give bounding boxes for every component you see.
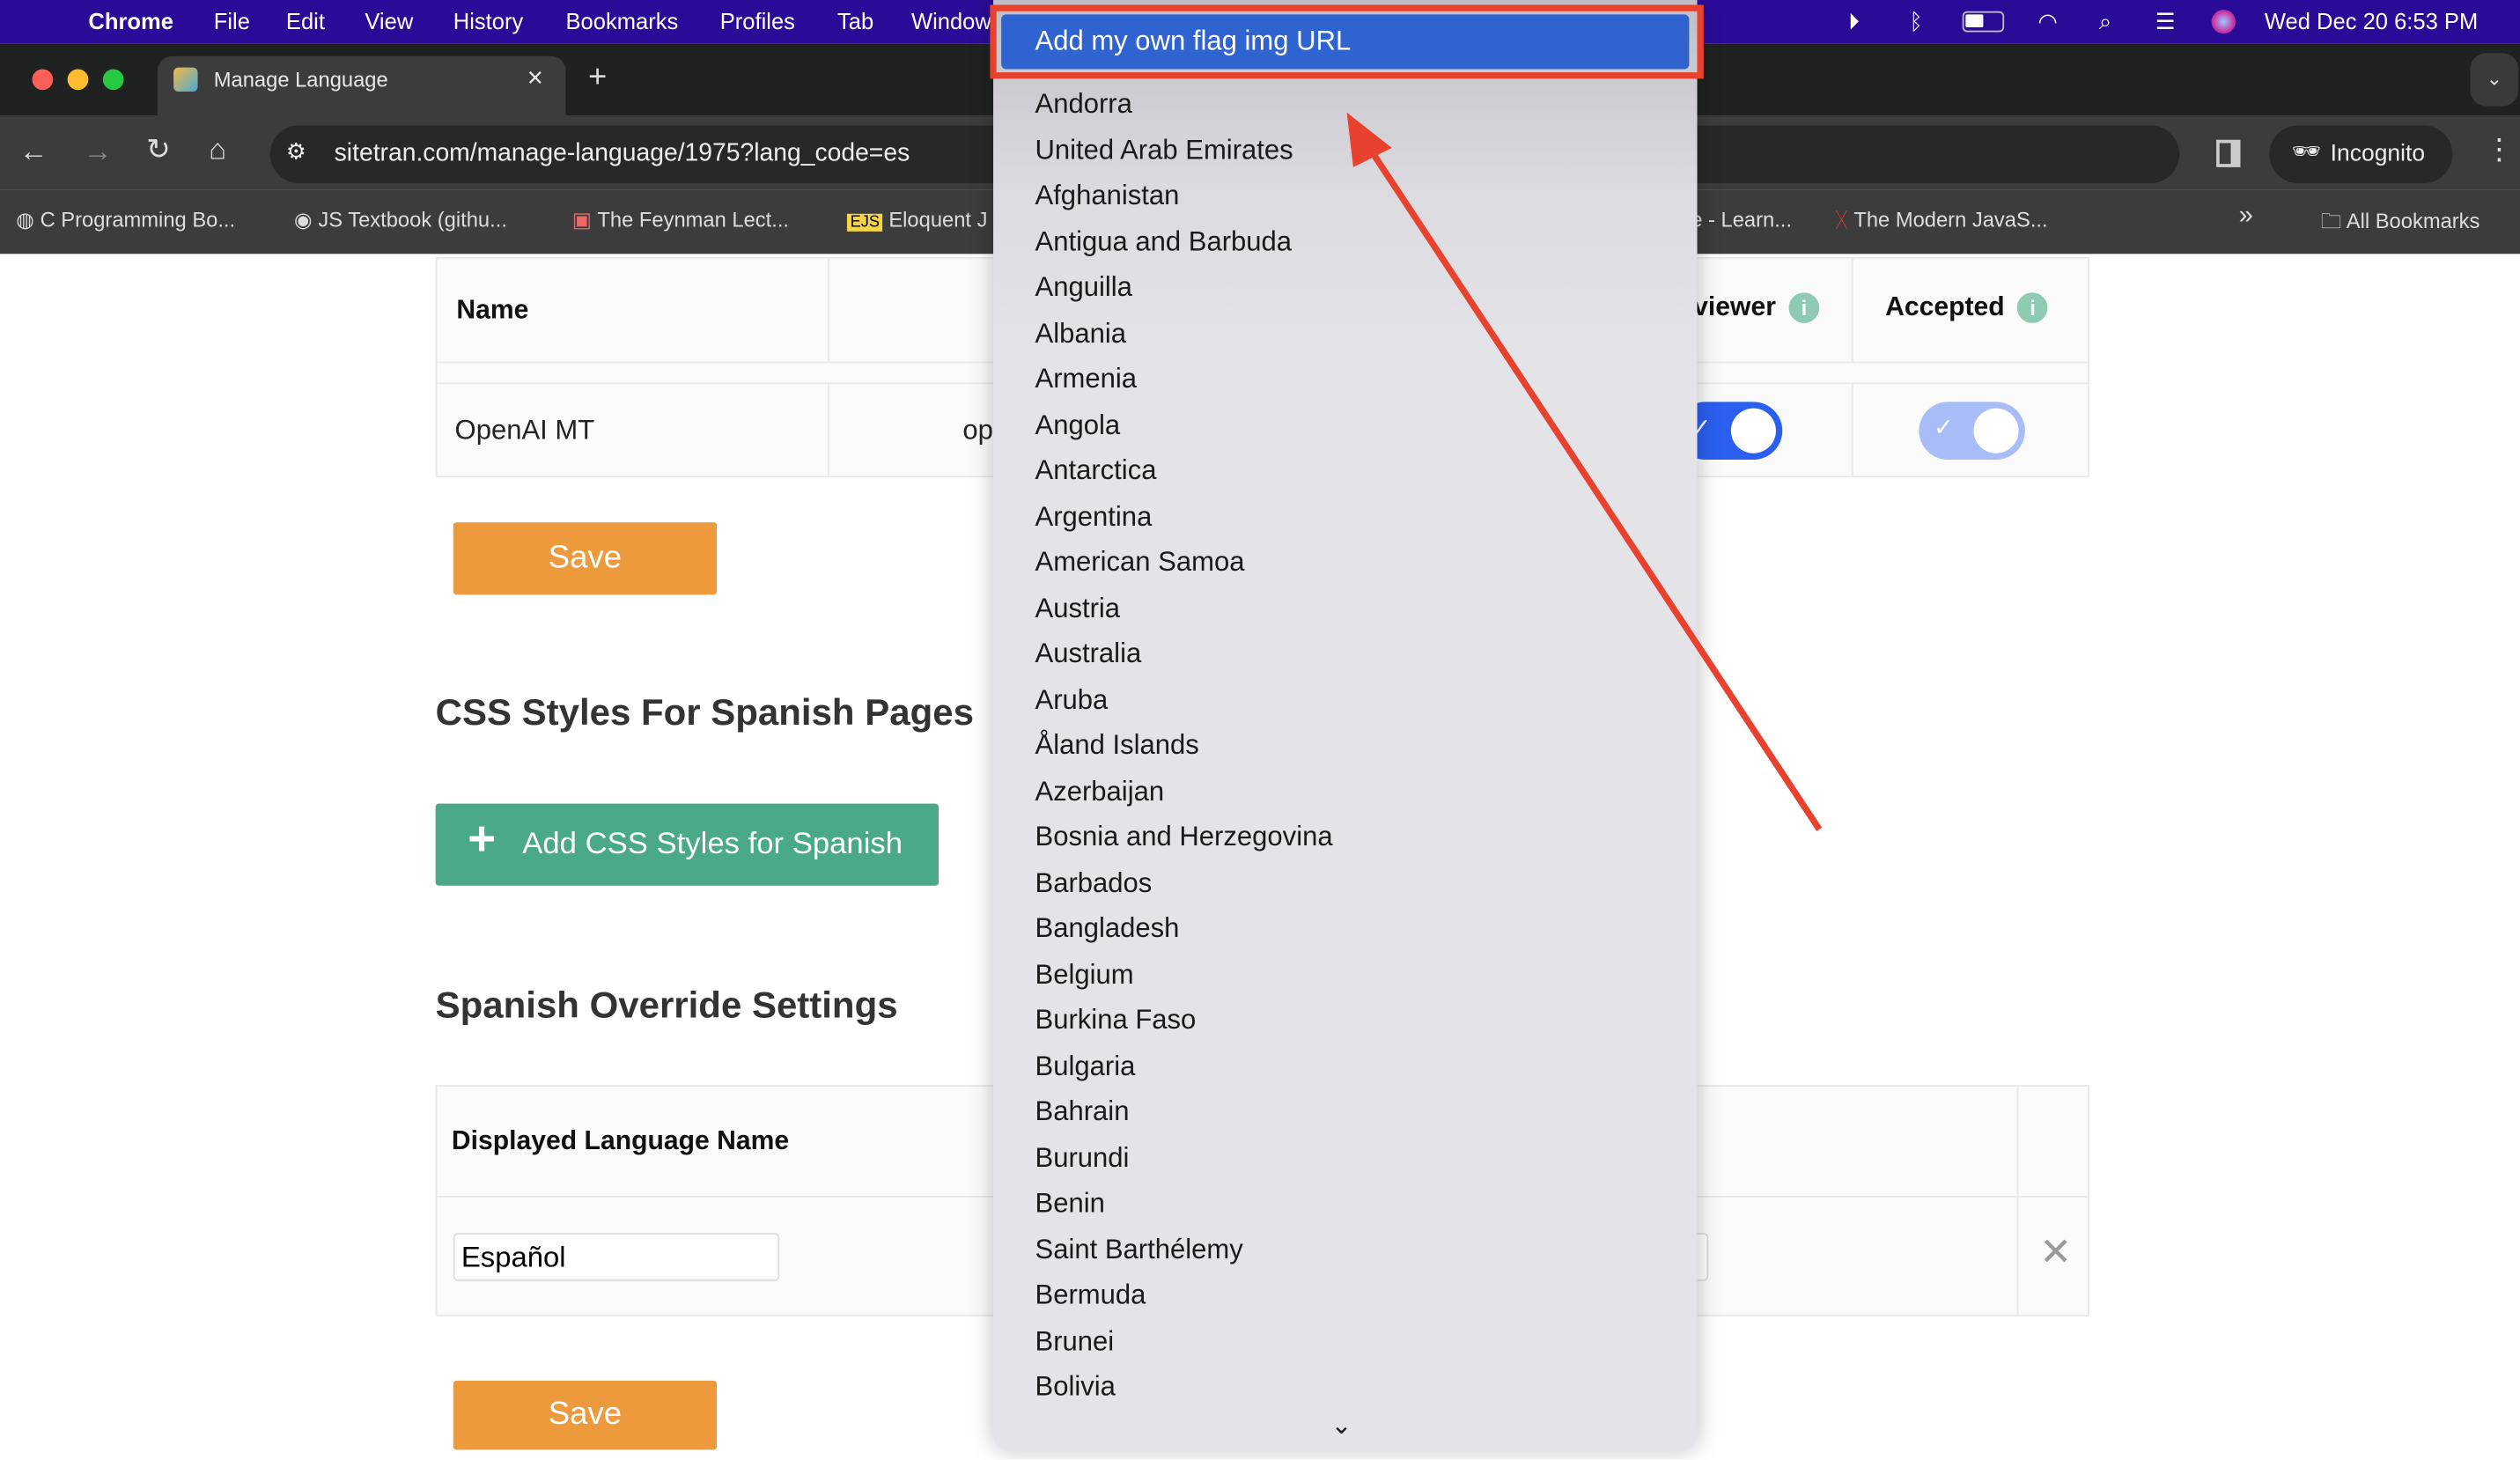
- arrow-head: [1346, 112, 1392, 167]
- annotation-arrow: [1346, 112, 1823, 831]
- arrow-shaft: [1367, 145, 1823, 831]
